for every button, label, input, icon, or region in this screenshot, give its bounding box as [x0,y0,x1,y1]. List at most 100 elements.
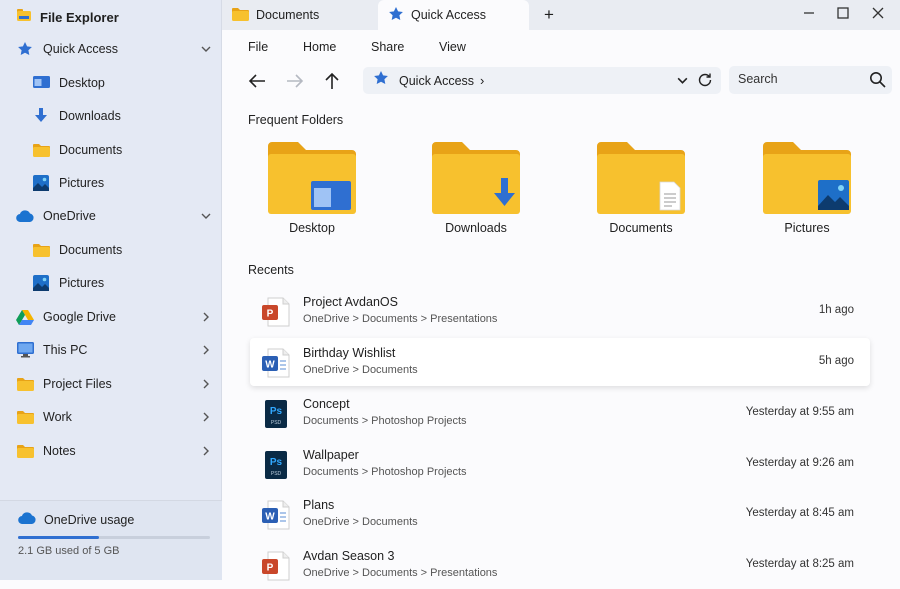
refresh-icon[interactable] [697,72,713,93]
word-file-icon: W [262,348,290,378]
back-button[interactable] [244,68,270,94]
cloud-icon [16,207,34,225]
search-placeholder: Search [738,72,778,86]
svg-text:Ps: Ps [270,406,283,417]
forward-button[interactable] [282,68,308,94]
sidebar-item-pictures[interactable]: Pictures [0,166,222,199]
powerpoint-file-icon: P [262,551,290,581]
recent-file-row[interactable]: P Project AvdanOS OneDrive > Documents >… [250,287,870,335]
app-title: File Explorer [40,9,119,25]
file-path: OneDrive > Documents > Presentations [303,567,498,579]
sidebar-item-onedrive[interactable]: OneDrive [0,199,222,232]
sidebar-item-work[interactable]: Work [0,400,222,433]
address-bar[interactable]: Quick Access › [363,67,721,94]
recent-file-row[interactable]: Ps PSD Wallpaper Documents > Photoshop Pr… [250,440,870,488]
menu-share[interactable]: Share [371,40,404,54]
tab-label: Quick Access [411,8,487,22]
sidebar-item-label: Desktop [59,75,105,90]
pictures-icon [32,174,50,192]
sidebar-item-label: Quick Access [43,41,119,56]
google-drive-icon [16,308,34,326]
svg-text:PSD: PSD [271,420,282,426]
file-time: Yesterday at 8:45 am [745,507,854,519]
file-time: 5h ago [818,355,854,367]
onedrive-usage-panel[interactable]: OneDrive usage 2.1 GB used of 5 GB [0,500,222,580]
folder-icon [16,375,34,393]
tab-bar: Documents Quick Access + [222,0,900,30]
downloads-folder-icon [432,142,520,214]
menu-home[interactable]: Home [303,40,336,54]
sidebar-item-label: Downloads [59,108,121,123]
close-button[interactable] [863,0,893,26]
monitor-icon [16,341,34,359]
sidebar-item-onedrive-pictures[interactable]: Pictures [0,266,222,299]
folder-icon [32,141,50,159]
sidebar-item-label: This PC [43,342,88,357]
chevron-right-icon[interactable] [200,378,212,390]
folder-label: Documents [609,221,673,235]
sidebar-item-label: Google Drive [43,309,116,324]
star-icon [16,40,34,58]
sidebar-item-label: Pictures [59,175,105,190]
folder-icon [32,241,50,259]
pictures-icon [32,274,50,292]
sidebar-item-documents[interactable]: Documents [0,133,222,166]
folder-icon [16,408,34,426]
folder-icon [16,442,34,460]
chevron-down-icon[interactable] [200,43,212,55]
svg-text:P: P [267,563,274,574]
search-icon[interactable] [869,71,886,93]
recent-file-row-selected[interactable]: W Birthday Wishlist OneDrive > Documents… [250,338,870,386]
sidebar-item-label: Project Files [43,376,112,391]
minimize-button[interactable] [794,0,824,26]
svg-text:Ps: Ps [270,457,283,468]
svg-text:PSD: PSD [271,471,282,477]
svg-text:W: W [265,512,275,523]
sidebar-item-project-files[interactable]: Project Files [0,367,222,400]
storage-usage-bar [18,536,210,539]
chevron-right-icon[interactable] [200,411,212,423]
sidebar-item-this-pc[interactable]: This PC [0,333,222,366]
star-icon [373,70,389,91]
tab-quick-access[interactable]: Quick Access [378,0,529,30]
recent-file-row[interactable]: P Avdan Season 3 OneDrive > Documents > … [250,541,870,589]
up-button[interactable] [319,68,345,94]
desktop-folder-icon [268,142,356,214]
breadcrumb-separator[interactable]: › [480,73,484,88]
file-time: Yesterday at 9:26 am [745,457,854,469]
frequent-folder-desktop[interactable]: Desktop [252,140,372,250]
maximize-button[interactable] [828,0,858,26]
address-location: Quick Access [399,73,475,88]
frequent-folder-downloads[interactable]: Downloads [416,140,536,250]
file-explorer-icon [16,7,32,28]
powerpoint-file-icon: P [262,297,290,327]
new-tab-button[interactable]: + [538,0,560,30]
sidebar-item-google-drive[interactable]: Google Drive [0,300,222,333]
documents-folder-icon [597,142,685,214]
chevron-right-icon[interactable] [200,445,212,457]
recent-file-row[interactable]: W Plans OneDrive > Documents Yesterday a… [250,490,870,538]
sidebar-item-quick-access[interactable]: Quick Access [0,32,222,65]
sidebar-item-notes[interactable]: Notes [0,434,222,467]
chevron-right-icon[interactable] [200,344,212,356]
search-box[interactable]: Search [729,66,892,94]
pictures-folder-icon [763,142,851,214]
svg-text:P: P [267,309,274,320]
sidebar-item-desktop[interactable]: Desktop [0,66,222,99]
chevron-right-icon[interactable] [200,311,212,323]
desktop-icon [32,74,50,92]
chevron-down-icon[interactable] [676,74,689,92]
menu-view[interactable]: View [439,40,466,54]
file-time: Yesterday at 9:55 am [745,406,854,418]
recent-file-row[interactable]: Ps PSD Concept Documents > Photoshop Proj… [250,389,870,437]
sidebar-item-onedrive-documents[interactable]: Documents [0,233,222,266]
tab-documents[interactable]: Documents [222,0,377,30]
sidebar-item-downloads[interactable]: Downloads [0,99,222,132]
frequent-folder-documents[interactable]: Documents [581,140,701,250]
menu-file[interactable]: File [248,40,268,54]
chevron-down-icon[interactable] [200,210,212,222]
file-name: Project AvdanOS [303,295,398,309]
usage-title-label: OneDrive usage [44,512,135,527]
sidebar-item-label: Pictures [59,275,105,290]
frequent-folder-pictures[interactable]: Pictures [747,140,867,250]
